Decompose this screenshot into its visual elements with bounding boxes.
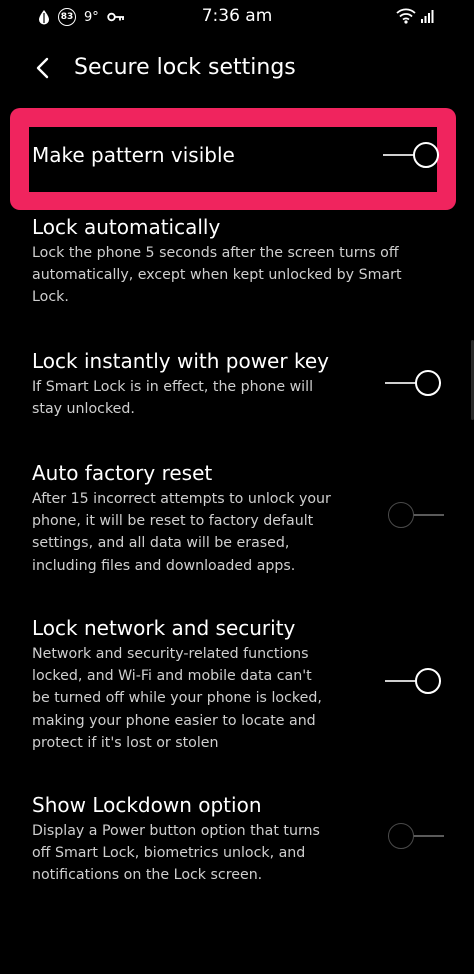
setting-lock-automatically[interactable]: Lock automatically Lock the phone 5 seco…	[32, 214, 402, 309]
back-button[interactable]	[26, 54, 58, 86]
setting-title: Auto factory reset	[32, 461, 213, 485]
description-line: stay unlocked.	[32, 401, 135, 418]
toggle-knob	[388, 823, 414, 849]
toggle-knob	[415, 668, 441, 694]
description-line: automatically, except when kept unlocked…	[32, 267, 402, 284]
show-lockdown-toggle[interactable]	[388, 821, 444, 851]
wifi-icon	[396, 8, 416, 24]
description-line: including files and downloaded apps.	[32, 557, 296, 574]
description-line: notifications on the Lock screen.	[32, 867, 263, 884]
setting-title: Lock automatically	[32, 215, 221, 239]
setting-description: Lock the phone 5 seconds after the scree…	[32, 242, 402, 309]
description-line: Network and security-related functions	[32, 646, 309, 662]
setting-title: Show Lockdown option	[32, 793, 262, 817]
description-line: settings, and all data will be erased,	[32, 535, 290, 552]
setting-make-pattern-visible[interactable]: Make pattern visible	[32, 142, 235, 168]
description-line: locked, and Wi-Fi and mobile data can't	[32, 668, 312, 685]
description-line: Lock the phone 5 seconds after the scree…	[32, 245, 399, 261]
setting-lock-network-security[interactable]: Lock network and security Network and se…	[32, 615, 322, 754]
setting-description: Display a Power button option that turns…	[32, 820, 320, 887]
description-line: protect if it's lost or stolen	[32, 734, 219, 751]
status-right-icons	[396, 8, 434, 24]
auto-factory-reset-toggle[interactable]	[388, 500, 444, 530]
status-bar: 83 9° 7:36 am	[0, 0, 474, 34]
page-title: Secure lock settings	[74, 55, 296, 80]
setting-auto-factory-reset[interactable]: Auto factory reset After 15 incorrect at…	[32, 460, 331, 577]
setting-description: After 15 incorrect attempts to unlock yo…	[32, 488, 331, 577]
description-line: Lock.	[32, 289, 69, 306]
setting-title: Lock network and security	[32, 616, 296, 640]
chevron-left-icon	[35, 57, 49, 83]
description-line: Display a Power button option that turns	[32, 823, 320, 839]
toggle-knob	[415, 370, 441, 396]
description-line: off Smart Lock, biometrics unlock, and	[32, 845, 306, 862]
description-line: If Smart Lock is in effect, the phone wi…	[32, 379, 314, 395]
make-pattern-visible-toggle[interactable]	[383, 140, 439, 170]
description-line: phone, it will be reset to factory defau…	[32, 513, 314, 530]
setting-show-lockdown-option[interactable]: Show Lockdown option Display a Power but…	[32, 792, 320, 887]
setting-description: If Smart Lock is in effect, the phone wi…	[32, 376, 329, 420]
description-line: be turned off while your phone is locked…	[32, 690, 322, 707]
setting-title: Make pattern visible	[32, 143, 235, 167]
toggle-knob	[413, 142, 439, 168]
signal-icon	[420, 9, 434, 23]
setting-description: Network and security-related functions l…	[32, 643, 322, 754]
lock-network-toggle[interactable]	[385, 666, 441, 696]
description-line: After 15 incorrect attempts to unlock yo…	[32, 491, 331, 507]
app-bar: Secure lock settings	[0, 48, 474, 92]
lock-instantly-toggle[interactable]	[385, 368, 441, 398]
toggle-knob	[388, 502, 414, 528]
setting-title: Lock instantly with power key	[32, 349, 329, 373]
description-line: making your phone easier to locate and	[32, 712, 316, 729]
setting-lock-instantly-power-key[interactable]: Lock instantly with power key If Smart L…	[32, 348, 329, 420]
